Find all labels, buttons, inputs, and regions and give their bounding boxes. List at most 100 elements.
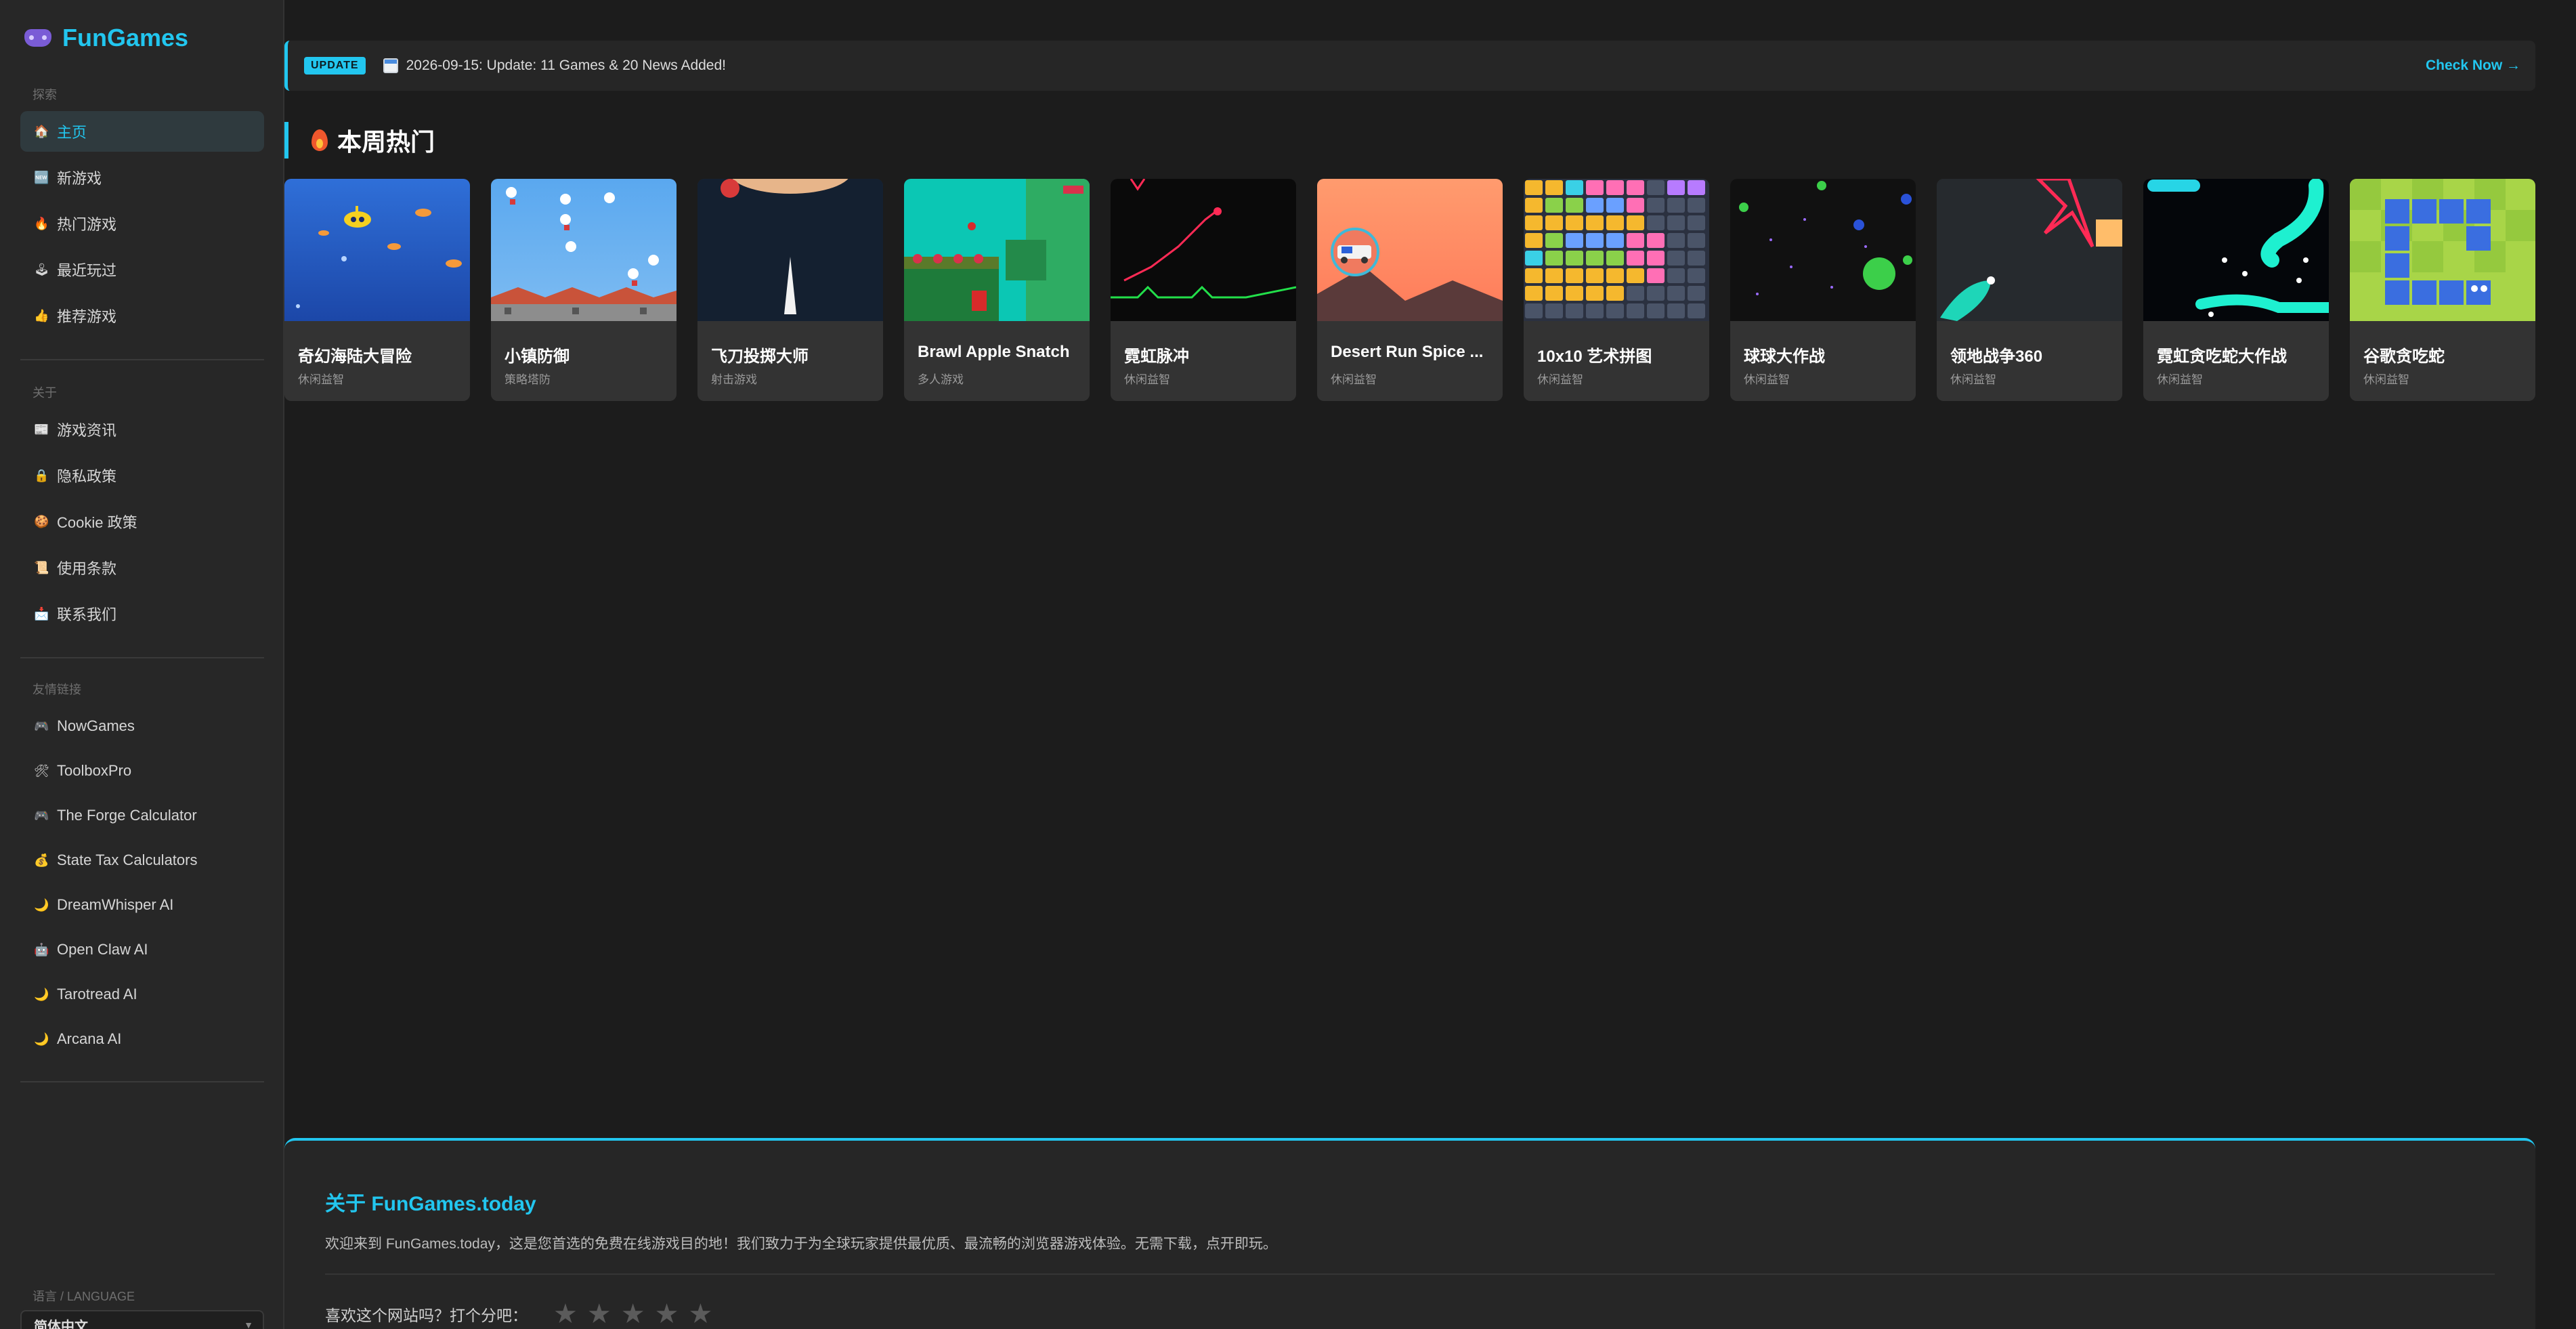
divider [20, 1081, 264, 1082]
sidebar-item-hot-games[interactable]: 🔥 热门游戏 [20, 203, 264, 244]
star-icon[interactable]: ★ [655, 1301, 679, 1328]
game-card[interactable]: 霓虹贪吃蛇大作战 休闲益智 [2143, 179, 2329, 401]
game-category: 休闲益智 [2157, 373, 2203, 386]
about-text: 欢迎来到 FunGames.today，这是您首选的免费在线游戏目的地！我们致力… [325, 1236, 1277, 1252]
gamepad-icon [24, 29, 51, 47]
puzzle-block [1545, 286, 1563, 301]
logo[interactable]: FunGames [24, 22, 188, 54]
game-card[interactable]: 领地战争360 休闲益智 [1937, 179, 2122, 401]
sidebar-item-recent[interactable]: 🕹 最近玩过 [20, 249, 264, 290]
puzzle-block [1586, 251, 1604, 266]
puzzle-block [1586, 233, 1604, 248]
puzzle-block [1667, 286, 1685, 301]
star-icon[interactable]: ★ [688, 1301, 712, 1328]
sidebar-item-recommended[interactable]: 👍 推荐游戏 [20, 295, 264, 336]
sidebar-item-home[interactable]: 🏠 主页 [20, 111, 264, 152]
sidebar-item-contact[interactable]: 📩 联系我们 [20, 593, 264, 634]
game-card[interactable]: Desert Run Spice ... 休闲益智 [1317, 179, 1503, 401]
sidebar-item-cookie[interactable]: 🍪 Cookie 政策 [20, 501, 264, 542]
sidebar-item-state-tax[interactable]: 💰 State Tax Calculators [20, 840, 264, 881]
divider [20, 657, 264, 658]
puzzle-block [1688, 180, 1705, 195]
puzzle-block [1545, 251, 1563, 266]
puzzle-block [1667, 198, 1685, 213]
game-thumbnail [1111, 179, 1296, 321]
puzzle-block [1627, 233, 1644, 248]
game-category: 休闲益智 [1537, 373, 1583, 386]
game-card[interactable]: Brawl Apple Snatch 多人游戏 [904, 179, 1090, 401]
sidebar-item-open-claw[interactable]: 🤖 Open Claw AI [20, 929, 264, 970]
puzzle-block [1606, 251, 1624, 266]
sidebar-item-forge-calculator[interactable]: 🎮 The Forge Calculator [20, 795, 264, 836]
star-icon[interactable]: ★ [621, 1301, 645, 1328]
game-category: 射击游戏 [711, 373, 757, 386]
game-card[interactable]: 10x10 艺术拼图 休闲益智 [1524, 179, 1709, 401]
puzzle-block [1606, 268, 1624, 283]
puzzle-block [1586, 180, 1604, 195]
sidebar-item-dreamwhisper[interactable]: 🌙 DreamWhisper AI [20, 885, 264, 925]
sidebar-item-new-games[interactable]: 🆕 新游戏 [20, 157, 264, 198]
game-title: 球球大作战 [1744, 347, 1825, 366]
section-title-links: 友情链接 [33, 683, 81, 696]
puzzle-block [1647, 198, 1665, 213]
puzzle-block [1688, 303, 1705, 318]
puzzle-block [1688, 251, 1705, 266]
puzzle-block [1566, 268, 1583, 283]
puzzle-block [1606, 198, 1624, 213]
puzzle-block [1667, 268, 1685, 283]
puzzle-block [1606, 303, 1624, 318]
game-card[interactable]: 小镇防御 策略塔防 [491, 179, 677, 401]
puzzle-block [1525, 215, 1543, 230]
sidebar-item-label: 联系我们 [57, 606, 117, 623]
game-card[interactable]: 球球大作战 休闲益智 [1730, 179, 1916, 401]
fire-icon [312, 129, 328, 151]
game-category: 休闲益智 [1124, 373, 1170, 386]
lock-icon: 🔒 [34, 468, 49, 482]
divider [325, 1273, 2495, 1275]
sidebar-item-nowgames[interactable]: 🎮 NowGames [20, 706, 264, 746]
game-title: 霓虹贪吃蛇大作战 [2157, 347, 2287, 366]
sidebar-item-toolboxpro[interactable]: 🛠 ToolboxPro [20, 751, 264, 791]
puzzle-block [1688, 215, 1705, 230]
puzzle-block [1606, 286, 1624, 301]
puzzle-block [1566, 198, 1583, 213]
moon-icon: 🌙 [34, 1032, 49, 1046]
sidebar-item-label: State Tax Calculators [57, 851, 198, 868]
update-badge: UPDATE [304, 57, 366, 75]
divider [20, 359, 264, 360]
puzzle-block [1647, 215, 1665, 230]
game-card[interactable]: 谷歌贪吃蛇 休闲益智 [2350, 179, 2535, 401]
section-title-about: 关于 [33, 386, 57, 400]
sidebar-item-label: 推荐游戏 [57, 308, 117, 325]
puzzle-block [1688, 233, 1705, 248]
puzzle-block [1606, 215, 1624, 230]
puzzle-block [1627, 180, 1644, 195]
star-icon[interactable]: ★ [553, 1301, 578, 1328]
star-icon[interactable]: ★ [587, 1301, 611, 1328]
puzzle-block [1667, 215, 1685, 230]
home-icon: 🏠 [34, 124, 49, 138]
update-message: 2026-09-15: Update: 11 Games & 20 News A… [383, 58, 726, 74]
sidebar-item-privacy[interactable]: 🔒 隐私政策 [20, 455, 264, 496]
game-thumbnail [697, 179, 883, 321]
game-card[interactable]: 奇幻海陆大冒险 休闲益智 [284, 179, 470, 401]
puzzle-block [1627, 215, 1644, 230]
game-card[interactable]: 飞刀投掷大师 射击游戏 [697, 179, 883, 401]
puzzle-block [1586, 286, 1604, 301]
sidebar-item-news[interactable]: 📰 游戏资讯 [20, 409, 264, 450]
cookie-icon: 🍪 [34, 514, 49, 528]
newspaper-icon: 📰 [34, 422, 49, 436]
sidebar-item-arcana[interactable]: 🌙 Arcana AI [20, 1019, 264, 1059]
check-now-link[interactable]: Check Now → [2426, 58, 2520, 74]
section-title: 本周热门 [337, 128, 435, 156]
sidebar-item-terms[interactable]: 📜 使用条款 [20, 547, 264, 588]
calendar-icon [383, 58, 398, 73]
puzzle-block [1647, 233, 1665, 248]
sidebar-item-tarotread[interactable]: 🌙 Tarotread AI [20, 974, 264, 1015]
game-category: 休闲益智 [2363, 373, 2409, 386]
joystick-icon: 🕹 [34, 262, 49, 276]
language-select[interactable]: 简体中文 ▼ [20, 1310, 264, 1329]
game-card[interactable]: 霓虹脉冲 休闲益智 [1111, 179, 1296, 401]
puzzle-block [1545, 180, 1563, 195]
game-title: 奇幻海陆大冒险 [298, 347, 412, 366]
